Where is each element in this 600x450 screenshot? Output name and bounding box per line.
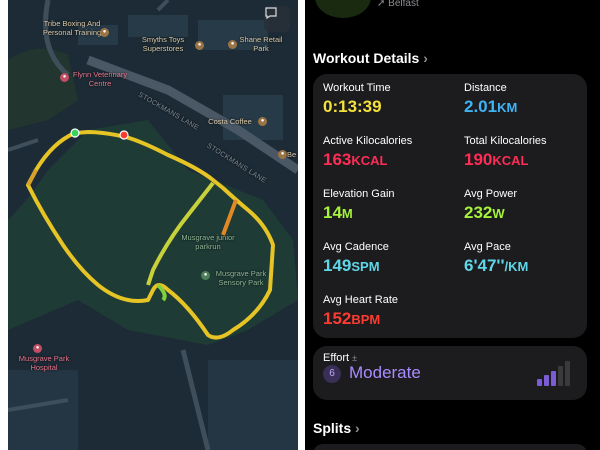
effort-bars-icon xyxy=(537,361,570,386)
metric-label: Workout Time xyxy=(323,82,391,94)
metric-value: 232W xyxy=(464,203,505,222)
map-label-junior-parkrun[interactable]: Musgrave junior parkrun xyxy=(180,233,236,251)
map-label-sensory-park[interactable]: Musgrave Park Sensory Park xyxy=(211,269,271,287)
shopping-bag-icon[interactable]: ● xyxy=(195,41,204,50)
message-icon[interactable] xyxy=(264,6,290,32)
map-label-shane-retail[interactable]: Shane Retail Park xyxy=(236,35,286,53)
metric-elevation-gain: Elevation Gain 14M xyxy=(323,188,395,224)
location-label: ➚ Belfast xyxy=(377,0,419,9)
metric-value: 149SPM xyxy=(323,256,380,275)
metric-value: 163KCAL xyxy=(323,150,388,169)
metric-avg-pace: Avg Pace 6'47''/KM xyxy=(464,241,528,277)
metric-value: 14M xyxy=(323,203,353,222)
metric-label: Distance xyxy=(464,82,507,94)
map-label-smyths[interactable]: Smyths Toys Superstores xyxy=(136,35,190,53)
cup-icon[interactable]: ● xyxy=(258,117,267,126)
metric-label: Active Kilocalories xyxy=(323,135,413,147)
metric-value: 152BPM xyxy=(323,309,381,328)
speech-bubble-icon xyxy=(265,7,277,20)
workout-type-icon xyxy=(315,0,371,18)
route-map[interactable]: Tribe Boxing And Personal Training ● Smy… xyxy=(8,0,298,450)
splits-card[interactable] xyxy=(313,444,587,450)
metric-value: 190KCAL xyxy=(464,150,529,169)
tree-icon[interactable]: ● xyxy=(201,271,210,280)
metric-label: Avg Cadence xyxy=(323,241,389,253)
metric-label: Avg Power xyxy=(464,188,517,200)
map-label-flynn-vet[interactable]: Flynn Veterinary Centre xyxy=(70,70,130,88)
effort-number-badge: 6 xyxy=(323,365,341,383)
metric-avg-power: Avg Power 232W xyxy=(464,188,517,224)
workout-details-card: Workout Time 0:13:39 Distance 2.01KM Act… xyxy=(313,74,587,338)
metric-total-kilocalories: Total Kilocalories 190KCAL xyxy=(464,135,547,171)
map-label-tribe-boxing[interactable]: Tribe Boxing And Personal Training xyxy=(42,19,102,37)
chevron-right-icon: › xyxy=(355,420,360,436)
metric-label: Avg Heart Rate xyxy=(323,294,399,306)
metric-value: 0:13:39 xyxy=(323,97,382,116)
chevron-right-icon: › xyxy=(423,50,428,66)
metric-avg-cadence: Avg Cadence 149SPM xyxy=(323,241,389,277)
edit-icon: ± xyxy=(352,353,358,363)
map-label-musgrave-hospital[interactable]: Musgrave Park Hospital xyxy=(14,354,74,372)
location-text: Belfast xyxy=(388,0,419,9)
hospital-icon[interactable]: ● xyxy=(33,344,42,353)
splits-header[interactable]: Splits › xyxy=(313,420,360,436)
workout-details-title: Workout Details xyxy=(313,50,420,66)
map-label-costa[interactable]: Costa Coffee xyxy=(200,117,260,127)
metric-label: Total Kilocalories xyxy=(464,135,547,147)
metric-value: 6'47''/KM xyxy=(464,256,529,275)
metric-distance: Distance 2.01KM xyxy=(464,82,517,118)
metric-avg-heart-rate: Avg Heart Rate 152BPM xyxy=(323,294,398,330)
splits-title: Splits xyxy=(313,420,352,436)
metric-workout-time: Workout Time 0:13:39 xyxy=(323,82,391,118)
map-label-be: Be xyxy=(287,150,297,159)
cup-icon[interactable]: ● xyxy=(278,150,287,159)
paw-icon[interactable]: ● xyxy=(60,73,69,82)
shopping-bag-icon[interactable]: ● xyxy=(228,40,237,49)
effort-card[interactable]: Effort ± 6 Moderate xyxy=(313,346,587,400)
map-canvas xyxy=(8,0,298,450)
workout-panel: ➚ Belfast Workout Details › Workout Time… xyxy=(305,0,600,450)
dumbbell-icon[interactable]: ● xyxy=(100,28,109,37)
metric-label: Elevation Gain xyxy=(323,188,395,200)
metric-label: Avg Pace xyxy=(464,241,511,253)
metric-active-kilocalories: Active Kilocalories 163KCAL xyxy=(323,135,412,171)
workout-details-header[interactable]: Workout Details › xyxy=(313,50,428,66)
metric-value: 2.01KM xyxy=(464,97,518,116)
effort-level: Moderate xyxy=(349,363,421,382)
